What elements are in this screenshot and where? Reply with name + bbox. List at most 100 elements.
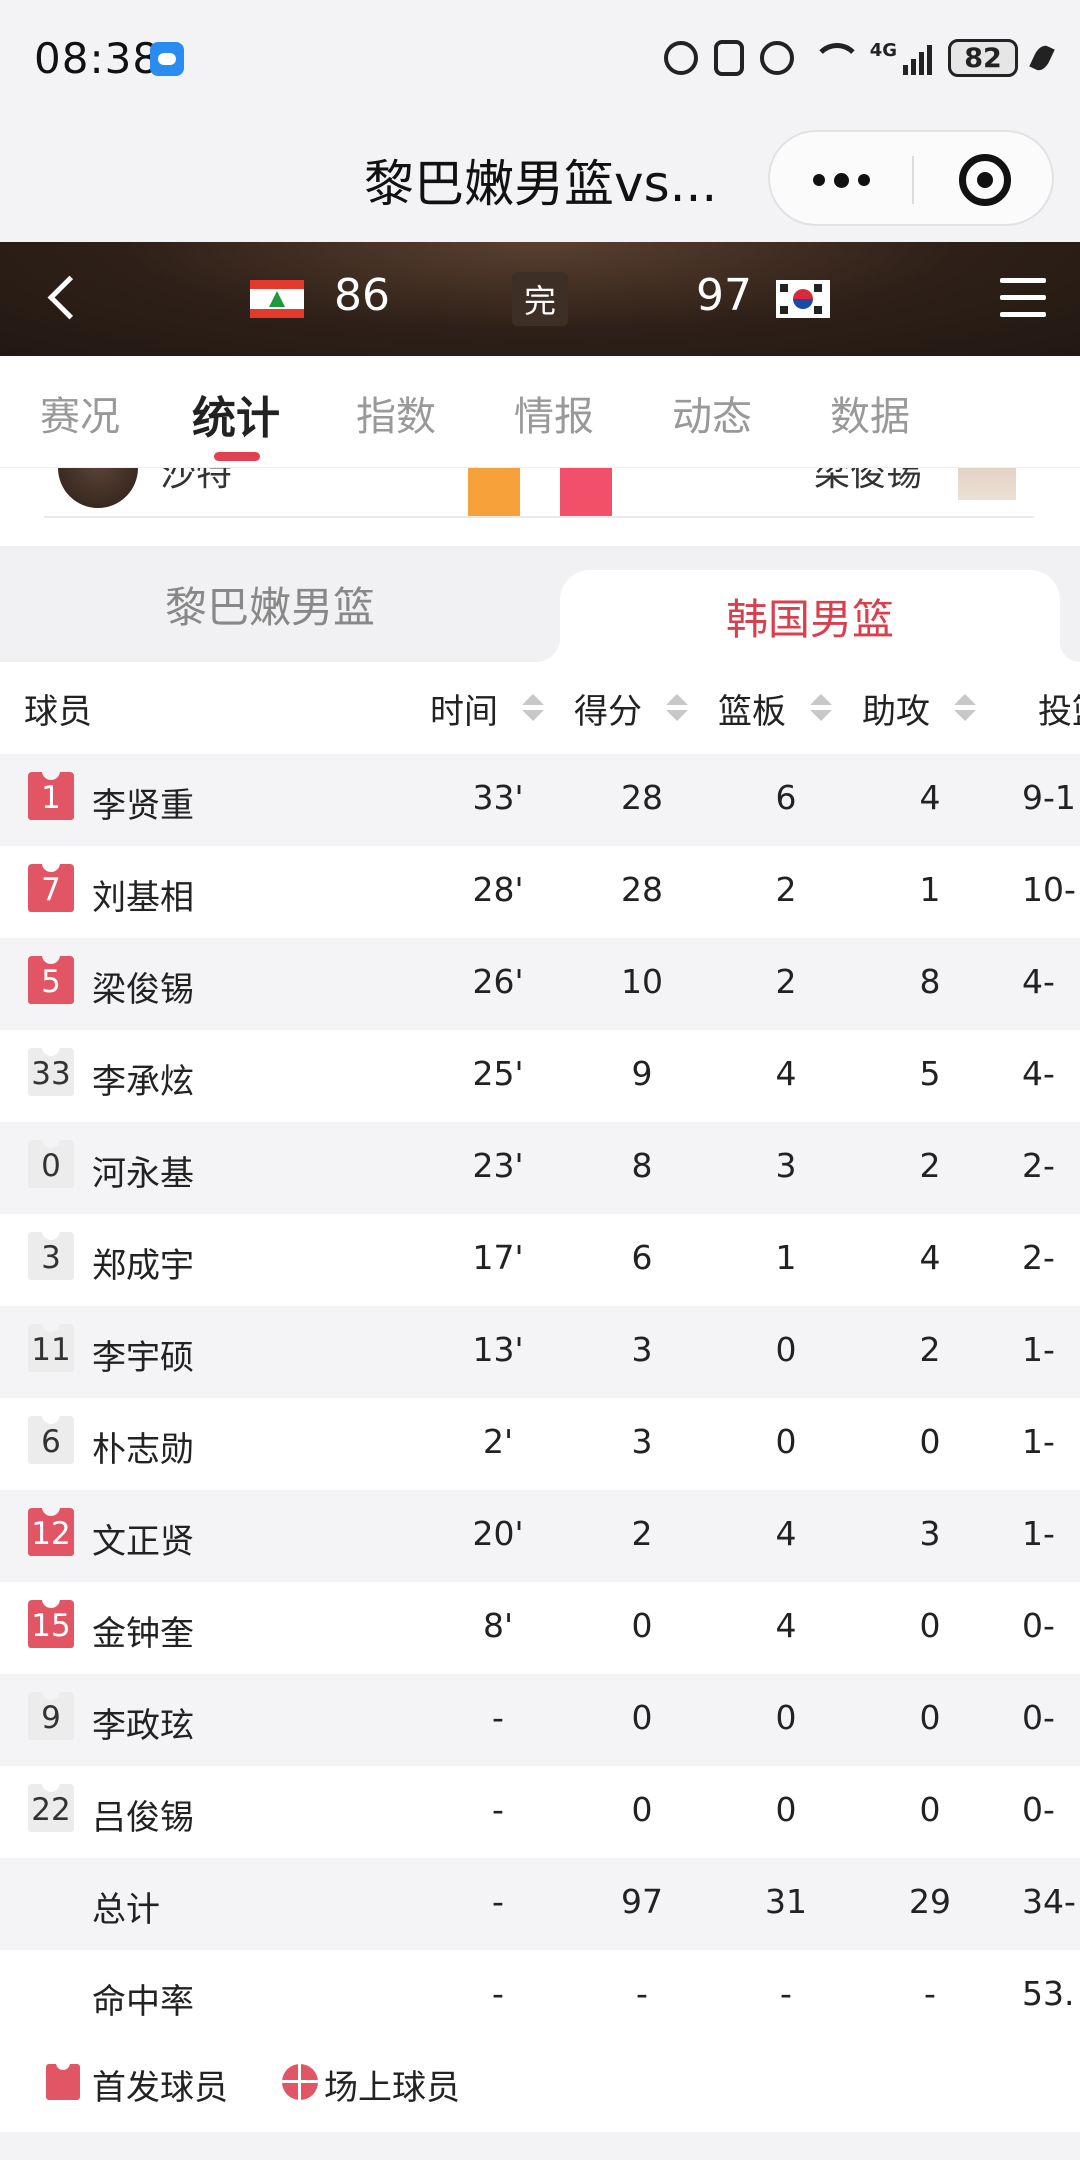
header-rebounds[interactable]: 篮板 — [718, 684, 786, 733]
table-row[interactable]: 12 文正贤 20' 2 4 3 1- — [0, 1490, 1080, 1582]
app-notification-icon — [150, 42, 184, 76]
close-target-icon[interactable] — [914, 132, 1056, 228]
tab-live[interactable]: 赛况 — [40, 384, 120, 442]
battery-icon: 82 — [948, 39, 1018, 77]
table-row[interactable]: 3 郑成宇 17' 6 1 4 2- — [0, 1214, 1080, 1306]
player-name[interactable]: 朴志勋 — [92, 1422, 194, 1471]
player-name[interactable]: 李宇硕 — [92, 1330, 194, 1379]
network-type: 4G — [869, 39, 897, 61]
cell-rebounds: 4 — [775, 1606, 797, 1645]
away-score: 97 — [696, 270, 752, 321]
summary-label: 命中率 — [92, 1982, 194, 2022]
cell-time: 17' — [472, 1238, 524, 1277]
status-bar: 08:38 4G 82 — [0, 0, 1080, 118]
team-tab-lebanon[interactable]: 黎巴嫩男篮 — [0, 546, 540, 662]
cell-assists: - — [924, 1974, 936, 2013]
player-name[interactable]: 文正贤 — [92, 1514, 194, 1563]
cell-rebounds: - — [780, 1974, 792, 2013]
nfc-icon — [713, 40, 744, 76]
cell-time: 33' — [472, 778, 524, 817]
tab-data[interactable]: 数据 — [830, 384, 910, 442]
player-name[interactable]: 李贤重 — [92, 778, 194, 827]
sort-icon[interactable] — [522, 694, 544, 724]
cell-rebounds: 0 — [775, 1698, 797, 1737]
score-header: 86 完 97 — [0, 242, 1080, 356]
player-name[interactable]: 李政玹 — [92, 1698, 194, 1747]
sort-icon[interactable] — [954, 694, 976, 724]
table-row[interactable]: 5 梁俊锡 26' 10 2 8 4- — [0, 938, 1080, 1030]
cell-assists: 5 — [919, 1054, 941, 1093]
player-name[interactable]: 河永基 — [92, 1146, 194, 1195]
table-row[interactable]: 9 李政玹 - 0 0 0 0- — [0, 1674, 1080, 1766]
alarm-icon — [759, 41, 794, 75]
summary-label: 总计 — [92, 1890, 160, 1930]
avatar — [958, 468, 1016, 500]
cell-assists: 29 — [909, 1882, 951, 1921]
player-name[interactable]: 金钟奎 — [92, 1606, 194, 1655]
cell-fg: 4- — [1022, 962, 1055, 1001]
cell-assists: 4 — [919, 778, 941, 817]
summary-row: 命中率 - - - - 53. — [0, 1950, 1080, 2042]
cell-fg: 53. — [1022, 1974, 1075, 2013]
cell-rebounds: 31 — [765, 1882, 807, 1921]
cell-assists: 2 — [919, 1330, 941, 1369]
tab-feed[interactable]: 动态 — [672, 384, 752, 442]
tab-stats[interactable]: 统计 — [192, 382, 280, 446]
player-name[interactable]: 刘基相 — [92, 870, 194, 919]
player-name[interactable]: 吕俊锡 — [92, 1790, 194, 1839]
legend: 首发球员 场上球员 — [0, 2042, 1080, 2132]
sort-icon[interactable] — [810, 694, 832, 724]
cell-fg: 2- — [1022, 1146, 1055, 1185]
table-row[interactable]: 0 河永基 23' 8 3 2 2- — [0, 1122, 1080, 1214]
player-name-right: 梁俊锡 — [814, 468, 923, 494]
cell-points: 8 — [631, 1146, 653, 1185]
table-row[interactable]: 15 金钟奎 8' 0 4 0 0- — [0, 1582, 1080, 1674]
cell-points: 0 — [631, 1606, 653, 1645]
header-time[interactable]: 时间 — [430, 684, 498, 733]
back-arrow-icon[interactable] — [44, 276, 74, 322]
tab-odds[interactable]: 指数 — [356, 384, 436, 442]
table-row[interactable]: 1 李贤重 33' 28 6 4 9-1 — [0, 754, 1080, 846]
table-row[interactable]: 6 朴志勋 2' 3 0 0 1- — [0, 1398, 1080, 1490]
jersey-number-icon: 1 — [28, 768, 74, 820]
cell-fg: 0- — [1022, 1606, 1055, 1645]
player-name[interactable]: 梁俊锡 — [92, 962, 194, 1011]
cell-points: 0 — [631, 1698, 653, 1737]
jersey-number-icon: 15 — [28, 1596, 74, 1648]
player-name[interactable]: 郑成宇 — [92, 1238, 194, 1287]
top-player-comparison-partial: 沙特 梁俊锡 — [0, 468, 1080, 546]
south-korea-flag-icon — [776, 280, 830, 318]
basketball-icon — [282, 2064, 318, 2100]
match-status-badge: 完 — [512, 272, 568, 326]
table-header: 球员 时间 得分 篮板 助攻 投篮 — [0, 662, 1080, 754]
cell-rebounds: 4 — [775, 1514, 797, 1553]
tab-intel[interactable]: 情报 — [514, 384, 594, 442]
cell-fg: 2- — [1022, 1238, 1055, 1277]
legend-starter-label: 首发球员 — [92, 2068, 228, 2108]
table-row[interactable]: 7 刘基相 28' 28 2 1 10- — [0, 846, 1080, 938]
cell-time: 2' — [482, 1422, 514, 1461]
table-row[interactable]: 33 李承炫 25' 9 4 5 4- — [0, 1030, 1080, 1122]
sort-icon[interactable] — [666, 694, 688, 724]
summary-row: 总计 - 97 31 29 34- — [0, 1858, 1080, 1950]
player-stats-table: 球员 时间 得分 篮板 助攻 投篮 1李贤重33'28649-17刘基相28'2… — [0, 662, 1080, 2042]
status-time: 08:38 — [34, 34, 161, 83]
cell-assists: 3 — [919, 1514, 941, 1553]
table-row[interactable]: 22 吕俊锡 - 0 0 0 0- — [0, 1766, 1080, 1858]
table-row[interactable]: 11 李宇硕 13' 3 0 2 1- — [0, 1306, 1080, 1398]
cell-points: 0 — [631, 1790, 653, 1829]
header-fg[interactable]: 投篮 — [1038, 684, 1080, 733]
hamburger-menu-icon[interactable] — [1000, 278, 1046, 318]
cell-time: 13' — [472, 1330, 524, 1369]
jersey-number-icon: 12 — [28, 1504, 74, 1556]
home-score: 86 — [334, 270, 390, 321]
more-dots-icon[interactable] — [770, 132, 912, 228]
header-assists[interactable]: 助攻 — [862, 684, 930, 733]
player-name[interactable]: 李承炫 — [92, 1054, 194, 1103]
team-tab-korea[interactable]: 韩国男篮 — [536, 570, 1080, 662]
jersey-number-icon: 7 — [28, 860, 74, 912]
cell-time: 8' — [482, 1606, 514, 1645]
jersey-number-icon: 33 — [28, 1044, 74, 1096]
cell-fg: 9-1 — [1022, 778, 1076, 817]
header-points[interactable]: 得分 — [574, 684, 642, 733]
